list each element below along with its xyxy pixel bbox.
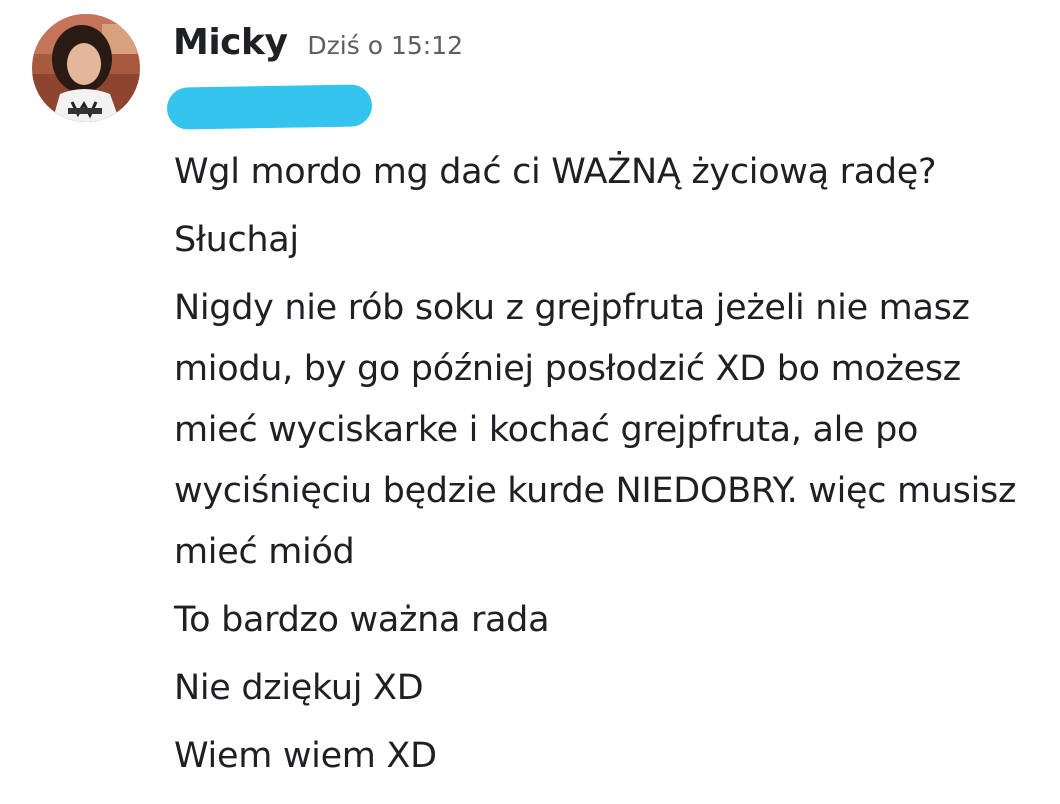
redaction-mark bbox=[166, 84, 373, 130]
message-text: Wiem wiem XD bbox=[174, 736, 437, 776]
message-text: Wgl mordo mg dać ci WAŻNĄ życiową radę? bbox=[174, 152, 937, 192]
message-list: Wgl mordo mg dać ci WAŻNĄ życiową radę? … bbox=[174, 142, 1044, 794]
timestamp: Dziś o 15:12 bbox=[307, 31, 464, 60]
message-text: To bardzo ważna rada bbox=[174, 600, 550, 640]
message-header: Micky Dziś o 15:12 bbox=[173, 22, 463, 63]
avatar-photo bbox=[32, 14, 140, 122]
message-text: Nigdy nie rób soku z grejpfruta jeżeli n… bbox=[174, 288, 1017, 572]
username[interactable]: Micky bbox=[173, 22, 288, 63]
message-text: Nie dziękuj XD bbox=[174, 668, 424, 708]
message-text: Słuchaj bbox=[174, 220, 299, 260]
avatar[interactable] bbox=[32, 14, 140, 122]
